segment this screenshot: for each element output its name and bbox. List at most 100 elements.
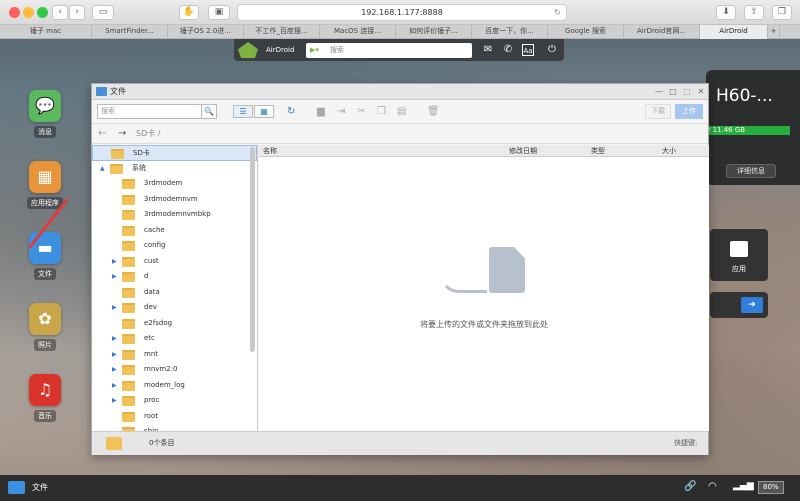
paste-icon[interactable]: ▤ bbox=[397, 106, 406, 117]
delete-icon[interactable]: 🗑 bbox=[427, 106, 440, 117]
column-name[interactable]: 名称 bbox=[263, 145, 277, 157]
play-store-icon[interactable]: ▶▾ bbox=[310, 43, 319, 58]
tree-item[interactable]: ▶ etc bbox=[92, 331, 257, 347]
tab-9[interactable]: AirDroid官网... bbox=[624, 25, 700, 39]
tab-2[interactable]: SmartFinder... bbox=[92, 25, 168, 39]
airdroid-search-input[interactable]: ▶▾ 搜索 bbox=[306, 43, 472, 58]
dock-app-music[interactable]: ♫ 音乐 bbox=[26, 374, 64, 422]
tree-item-label: root bbox=[144, 411, 159, 420]
new-tab-button[interactable]: + bbox=[768, 25, 780, 39]
device-detail-button[interactable]: 详细信息 bbox=[726, 164, 776, 178]
expand-icon[interactable]: ▶ bbox=[112, 300, 117, 315]
tree-item[interactable]: 3rdmodem bbox=[92, 176, 257, 192]
taskbar-files-icon[interactable] bbox=[8, 481, 25, 494]
dock-app-applications[interactable]: ▦ 应用程序 bbox=[26, 161, 64, 209]
close-icon[interactable]: ✕ bbox=[696, 84, 706, 100]
phone-icon[interactable]: ✆ bbox=[502, 44, 514, 56]
close-window-button[interactable] bbox=[9, 7, 20, 18]
path-forward-icon[interactable]: → bbox=[118, 124, 126, 144]
tree-item-label: 3rdmodemnvmbkp bbox=[144, 210, 211, 218]
tab-7[interactable]: 百度一下，你... bbox=[472, 25, 548, 39]
column-type[interactable]: 类型 bbox=[591, 145, 605, 157]
back-button[interactable]: ‹ bbox=[52, 5, 68, 20]
link-icon[interactable]: 🔗 bbox=[684, 481, 696, 492]
tree-item[interactable]: ▶ proc bbox=[92, 393, 257, 409]
text-icon[interactable]: Aa bbox=[522, 44, 534, 56]
tree-item[interactable]: data bbox=[92, 285, 257, 301]
list-view-icon[interactable]: ☰ bbox=[233, 105, 253, 118]
download-icon[interactable]: ⬇ bbox=[716, 5, 736, 20]
zoom-window-button[interactable] bbox=[37, 7, 48, 18]
dock-app-photos[interactable]: ✿ 照片 bbox=[26, 303, 64, 351]
reload-icon[interactable]: ↻ bbox=[554, 5, 561, 20]
tab-3[interactable]: 锤子OS 2.0进... bbox=[168, 25, 244, 39]
tree-item[interactable]: 3rdmodemnvm bbox=[92, 192, 257, 208]
minimize-icon[interactable]: — bbox=[654, 84, 664, 100]
address-bar[interactable]: 192.168.1.177:8888 ↻ bbox=[237, 4, 567, 21]
grid-view-icon[interactable]: ▦ bbox=[254, 105, 274, 118]
new-folder-icon[interactable]: ▆ bbox=[317, 106, 325, 117]
expand-icon[interactable]: ▶ bbox=[112, 347, 117, 362]
expand-icon[interactable]: ▶ bbox=[112, 362, 117, 377]
breadcrumb[interactable]: SD卡 / bbox=[136, 124, 160, 144]
tree-item[interactable]: cache bbox=[92, 223, 257, 239]
tab-4[interactable]: 不工作_百度搜... bbox=[244, 25, 320, 39]
tree-item[interactable]: ▶ modem_log bbox=[92, 378, 257, 394]
copy-icon[interactable]: ❐ bbox=[377, 106, 386, 117]
tabs-overview-icon[interactable]: ❐ bbox=[772, 5, 792, 20]
column-modified[interactable]: 修改日期 bbox=[509, 145, 537, 157]
move-icon[interactable]: ⇥ bbox=[337, 106, 345, 117]
tree-item[interactable]: ▲ 系统 bbox=[92, 161, 257, 177]
tree-item[interactable]: e2fsdog bbox=[92, 316, 257, 332]
tree-item[interactable]: ▶ dev bbox=[92, 300, 257, 316]
tab-5[interactable]: MacOS 连接... bbox=[320, 25, 396, 39]
search-icon[interactable]: 🔍 bbox=[201, 104, 217, 119]
reader-icon[interactable]: ▣ bbox=[208, 5, 230, 20]
tree-item[interactable]: root bbox=[92, 409, 257, 425]
file-search-input[interactable]: 搜索 bbox=[97, 104, 217, 119]
expand-icon[interactable]: ▶ bbox=[112, 378, 117, 393]
photos-icon: ✿ bbox=[29, 303, 61, 335]
shortcut-label[interactable]: 快捷键: bbox=[674, 432, 697, 454]
expand-icon[interactable]: ▶ bbox=[112, 393, 117, 408]
tab-10[interactable]: AirDroid bbox=[700, 25, 768, 39]
tree-item[interactable]: ▶ cust bbox=[92, 254, 257, 270]
restore-icon[interactable]: □ bbox=[668, 84, 678, 100]
tree-item[interactable]: sbin bbox=[92, 424, 257, 431]
download-button[interactable]: 下载 bbox=[645, 104, 671, 119]
share-icon[interactable]: ⇧ bbox=[744, 5, 764, 20]
tree-item[interactable]: ▶ mnvm2:0 bbox=[92, 362, 257, 378]
dock-app-messages[interactable]: 💬 消息 bbox=[26, 90, 64, 138]
expand-icon[interactable]: ▶ bbox=[112, 269, 117, 284]
tree-scrollbar[interactable] bbox=[250, 147, 255, 352]
tree-item[interactable]: 3rdmodemnvmbkp bbox=[92, 207, 257, 223]
column-size[interactable]: 大小 bbox=[662, 145, 676, 157]
upload-button[interactable]: 上传 bbox=[675, 104, 703, 119]
forward-button[interactable]: › bbox=[69, 5, 85, 20]
folder-icon bbox=[122, 303, 135, 313]
mail-icon[interactable]: ✉ bbox=[482, 44, 494, 56]
tree-item[interactable]: ▶ mnt bbox=[92, 347, 257, 363]
path-back-icon[interactable]: ← bbox=[98, 124, 106, 144]
apps-widget[interactable]: 应用 bbox=[710, 229, 768, 281]
send-arrow-icon[interactable]: ➜ bbox=[741, 297, 763, 313]
tab-8[interactable]: Google 搜索 bbox=[548, 25, 624, 39]
tab-1[interactable]: 锤子 mac bbox=[0, 25, 92, 39]
tab-6[interactable]: 如何评价锤子... bbox=[396, 25, 472, 39]
url-input-widget[interactable]: ➜ bbox=[710, 292, 768, 318]
tree-item[interactable]: ▶ d bbox=[92, 269, 257, 285]
dock-app-files[interactable]: ▬ 文件 bbox=[26, 232, 64, 280]
power-icon[interactable]: ⏻ bbox=[546, 44, 558, 56]
maximize-icon[interactable]: ⬚ bbox=[682, 84, 692, 100]
expand-icon[interactable]: ▶ bbox=[112, 331, 117, 346]
tree-item[interactable]: SD卡 bbox=[92, 145, 257, 161]
cut-icon[interactable]: ✂ bbox=[357, 106, 365, 117]
hand-icon[interactable]: ✋ bbox=[179, 5, 199, 20]
minimize-window-button[interactable] bbox=[23, 7, 34, 18]
collapse-icon[interactable]: ▲ bbox=[100, 161, 105, 176]
tree-item[interactable]: config bbox=[92, 238, 257, 254]
sidebar-toggle-icon[interactable]: ▭ bbox=[92, 5, 114, 20]
expand-icon[interactable]: ▶ bbox=[112, 254, 117, 269]
taskbar-active-label[interactable]: 文件 bbox=[32, 482, 48, 493]
refresh-icon[interactable]: ↻ bbox=[287, 106, 295, 117]
